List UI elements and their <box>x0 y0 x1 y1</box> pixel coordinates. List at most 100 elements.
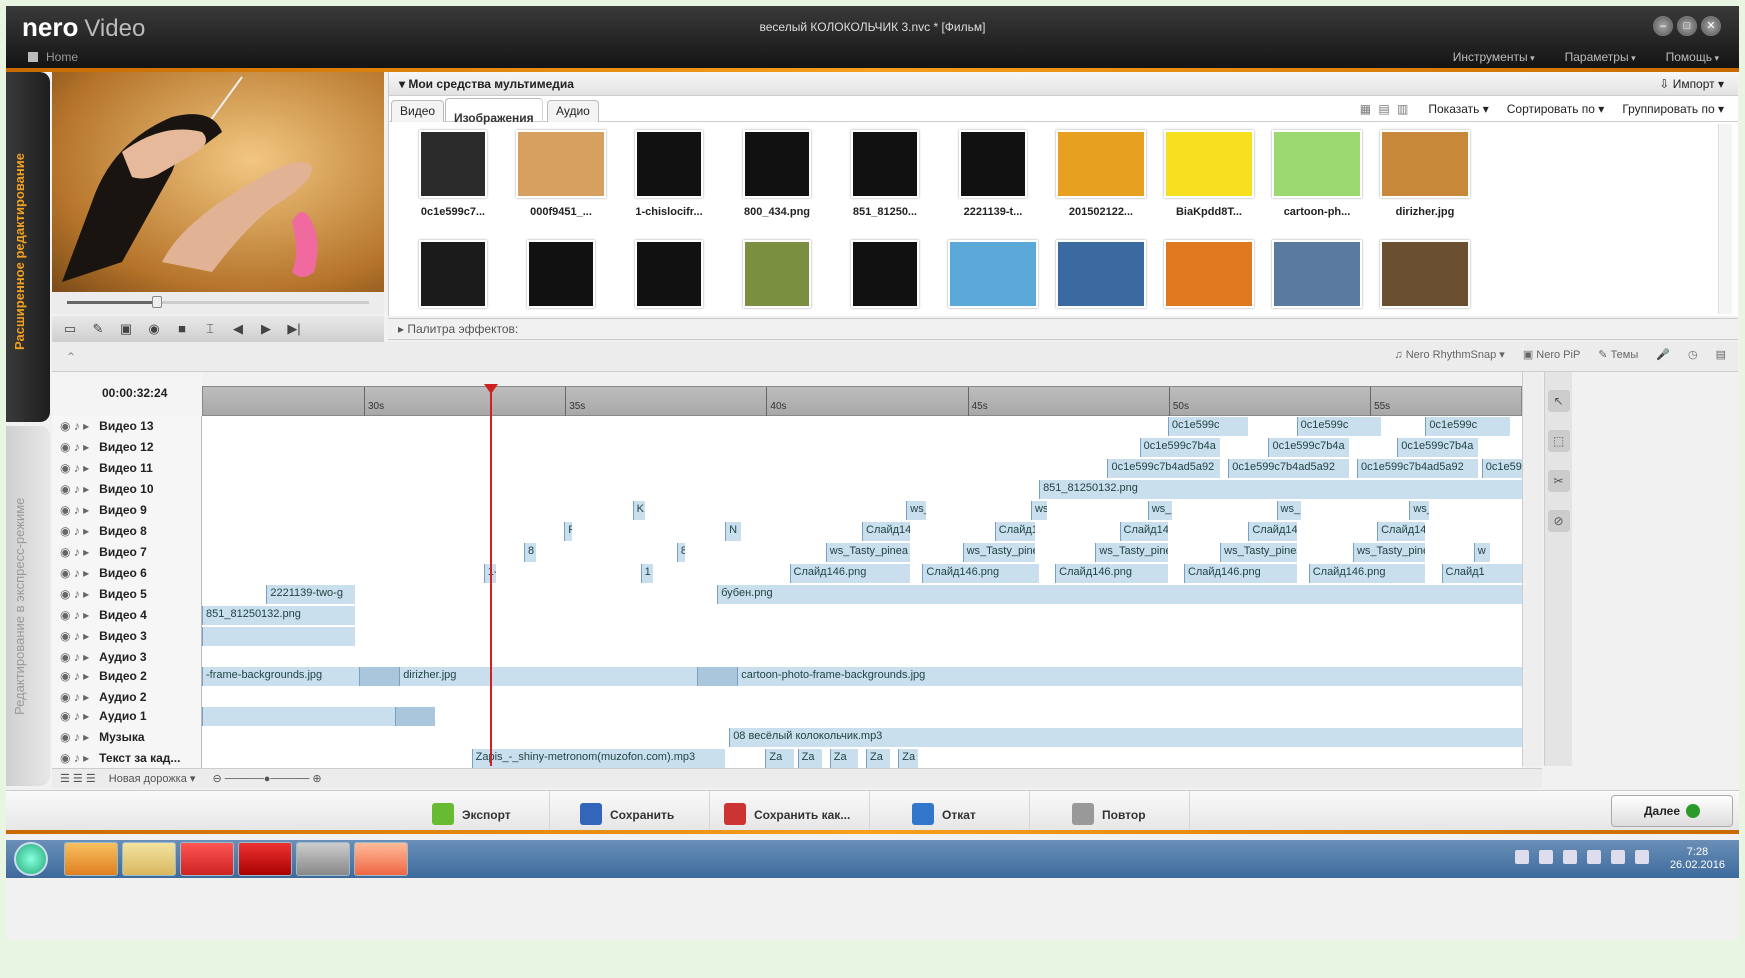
media-title[interactable]: ▾ Мои средства мультимедиа <box>399 77 574 91</box>
sort-dropdown[interactable]: Сортировать по ▾ <box>1507 102 1605 116</box>
save-as-button[interactable]: Сохранить как... <box>710 791 870 831</box>
timeline-clip[interactable]: Слайд14 <box>862 522 911 541</box>
timeline-clip[interactable]: 8 <box>523 543 536 562</box>
timeline-clip[interactable] <box>358 667 400 686</box>
track-controls-icon[interactable]: ◉ ♪ ▸ <box>60 730 89 744</box>
track-controls-icon[interactable]: ◉ ♪ ▸ <box>60 524 89 538</box>
taskbar-nero[interactable] <box>354 842 408 876</box>
track-header[interactable]: ◉ ♪ ▸ Видео 5 <box>52 584 202 605</box>
preview-scrubber[interactable] <box>52 292 384 314</box>
menu-tools[interactable]: Инструменты <box>1453 50 1535 64</box>
timeline-track[interactable]: ◉ ♪ ▸ Аудио 2 <box>52 687 1522 706</box>
track-controls-icon[interactable]: ◉ ♪ ▸ <box>60 482 89 496</box>
track-controls-icon[interactable]: ◉ ♪ ▸ <box>60 545 89 559</box>
link-icon[interactable]: ⊘ <box>1547 510 1570 532</box>
tray-icon[interactable] <box>1539 850 1553 864</box>
timeline-clip[interactable] <box>395 707 436 726</box>
timeline-ruler[interactable]: 30s 35s 40s 45s 50s 55s <box>202 386 1522 417</box>
play-icon[interactable]: ▶ <box>256 320 276 338</box>
timeline-clip[interactable]: 08 весёлый колокольчик.mp3 <box>729 728 1522 747</box>
timeline-track[interactable]: ◉ ♪ ▸ Видео 9 Kws_ ws ws_ ws_1 ws_ <box>52 500 1522 521</box>
track-controls-icon[interactable]: ◉ ♪ ▸ <box>60 709 89 723</box>
timeline-clip[interactable]: Слайд14 <box>1119 522 1168 541</box>
track-controls-icon[interactable]: ◉ ♪ ▸ <box>60 650 89 664</box>
start-button[interactable] <box>14 842 48 876</box>
timeline-clip[interactable]: Za <box>866 749 891 768</box>
track-lane[interactable]: 2221139-two-g бубен.png <box>202 584 1522 605</box>
track-header[interactable]: ◉ ♪ ▸ Видео 9 <box>52 500 202 521</box>
new-track-dropdown[interactable]: Новая дорожка ▾ <box>109 773 196 785</box>
mark-icon[interactable]: ⌶ <box>200 320 220 338</box>
rhythmsnap-button[interactable]: ♫ Nero RhythmSnap ▾ <box>1394 348 1504 361</box>
timeline-clip[interactable]: ws_Tasty_pinea <box>1220 543 1297 562</box>
redo-button[interactable]: Повтор <box>1030 791 1190 831</box>
timeline-clip[interactable]: Слайд146.png <box>1308 564 1426 583</box>
snapshot-icon[interactable]: ◉ <box>144 320 164 338</box>
track-controls-icon[interactable]: ◉ ♪ ▸ <box>60 566 89 580</box>
track-lane[interactable]: 0c1e599c 0c1e599c 0c1e599c <box>202 416 1522 437</box>
playhead[interactable] <box>489 386 492 766</box>
close-icon[interactable]: ✕ <box>1701 16 1721 36</box>
timeline-track[interactable]: ◉ ♪ ▸ Видео 5 2221139-two-g бубен.png <box>52 584 1522 605</box>
track-header[interactable]: ◉ ♪ ▸ Видео 8 <box>52 521 202 542</box>
timeline-clip[interactable]: dirizher.jpg <box>399 667 697 686</box>
timeline-clip[interactable]: ws_ <box>1147 501 1172 520</box>
track-controls-icon[interactable]: ◉ ♪ ▸ <box>60 629 89 643</box>
timeline-clip[interactable]: 0c1e599c7b4ad5a92 <box>1107 459 1221 478</box>
timeline-clip[interactable] <box>202 627 355 646</box>
track-lane[interactable] <box>202 647 1522 666</box>
media-thumbnail[interactable]: 1-chislocifr... <box>615 130 723 218</box>
themes-button[interactable]: ✎ Темы <box>1598 348 1638 361</box>
track-view-icon[interactable]: ☰ ☰ ☰ <box>60 773 96 785</box>
timeline-track[interactable]: ◉ ♪ ▸ Видео 8 R N Слайд14 Слайд14 Слайд14 Слайд… <box>52 521 1522 542</box>
track-lane[interactable]: 851_81250132.png <box>202 605 1522 626</box>
minimize-icon[interactable]: – <box>1653 16 1673 36</box>
track-controls-icon[interactable]: ◉ ♪ ▸ <box>60 503 89 517</box>
media-thumbnail[interactable] <box>507 240 615 308</box>
timeline-clip[interactable]: Zapis_-_shiny-metronom(muzofon.com).mp3 <box>471 749 726 768</box>
timeline-track[interactable]: ◉ ♪ ▸ Музыка 08 весёлый колокольчик.mp3 <box>52 727 1522 748</box>
timeline-clip[interactable]: Za <box>898 749 919 768</box>
pip-button[interactable]: ▣ Nero PiP <box>1523 348 1580 361</box>
track-header[interactable]: ◉ ♪ ▸ Видео 13 <box>52 416 202 437</box>
track-controls-icon[interactable]: ◉ ♪ ▸ <box>60 440 89 454</box>
media-thumbnail[interactable] <box>1263 240 1371 308</box>
taskbar-player[interactable] <box>64 842 118 876</box>
show-dropdown[interactable]: Показать ▾ <box>1428 102 1488 116</box>
group-dropdown[interactable]: Группировать по ▾ <box>1622 102 1724 116</box>
track-lane[interactable] <box>202 706 1522 727</box>
timeline-clip[interactable]: Слайд146.png <box>789 564 911 583</box>
next-button[interactable]: Далее <box>1611 795 1733 827</box>
timeline-track[interactable]: ◉ ♪ ▸ Аудио 1 <box>52 706 1522 727</box>
track-controls-icon[interactable]: ◉ ♪ ▸ <box>60 419 89 433</box>
media-thumbnail[interactable]: 800_434.png <box>723 130 831 218</box>
timeline-clip[interactable]: ws_Tasty_pine <box>962 543 1036 562</box>
media-thumbnail[interactable]: 851_81250... <box>831 130 939 218</box>
media-thumbnail[interactable]: 000f9451_... <box>507 130 615 218</box>
timeline-clip[interactable]: Слайд146.png <box>922 564 1040 583</box>
media-thumbnail[interactable]: BiaKpdd8T... <box>1155 130 1263 218</box>
timeline-track[interactable]: ◉ ♪ ▸ Видео 2 -frame-backgrounds.jpg dirizh… <box>52 666 1522 687</box>
timeline-clip[interactable]: Za <box>797 749 822 768</box>
tab-audio[interactable]: Аудио <box>547 100 599 122</box>
aspect-icon[interactable]: ▣ <box>116 320 136 338</box>
select-icon[interactable]: ⬚ <box>1547 430 1570 452</box>
timeline-clip[interactable]: cartoon-photo-frame-backgrounds.jpg <box>737 667 1522 686</box>
timeline-clip[interactable]: 1 <box>640 564 653 583</box>
effects-palette-bar[interactable]: ▸ Палитра эффектов: <box>388 318 1738 340</box>
timeline-clip[interactable]: K <box>632 501 645 520</box>
tab-advanced-editing[interactable]: Расширенное редактирование <box>6 72 50 422</box>
taskbar-explorer[interactable] <box>122 842 176 876</box>
clock-icon[interactable]: ◷ <box>1688 348 1698 361</box>
timeline-clip[interactable]: 851_81250132.png <box>202 606 355 625</box>
next-frame-icon[interactable]: ▶| <box>284 320 304 338</box>
track-controls-icon[interactable]: ◉ ♪ ▸ <box>60 751 89 765</box>
timeline-clip[interactable]: Слайд146.png <box>1183 564 1297 583</box>
export-button[interactable]: Экспорт <box>390 791 550 831</box>
track-lane[interactable]: 08 весёлый колокольчик.mp3 <box>202 727 1522 748</box>
timeline-track[interactable]: ◉ ♪ ▸ Видео 12 0c1e599c7b4a 0c1e599c7b4a 0c1… <box>52 437 1522 458</box>
media-thumbnail[interactable]: dirizher.jpg <box>1371 130 1479 218</box>
taskbar-opera[interactable] <box>238 842 292 876</box>
track-lane[interactable] <box>202 687 1522 706</box>
menu-parameters[interactable]: Параметры <box>1565 50 1636 64</box>
